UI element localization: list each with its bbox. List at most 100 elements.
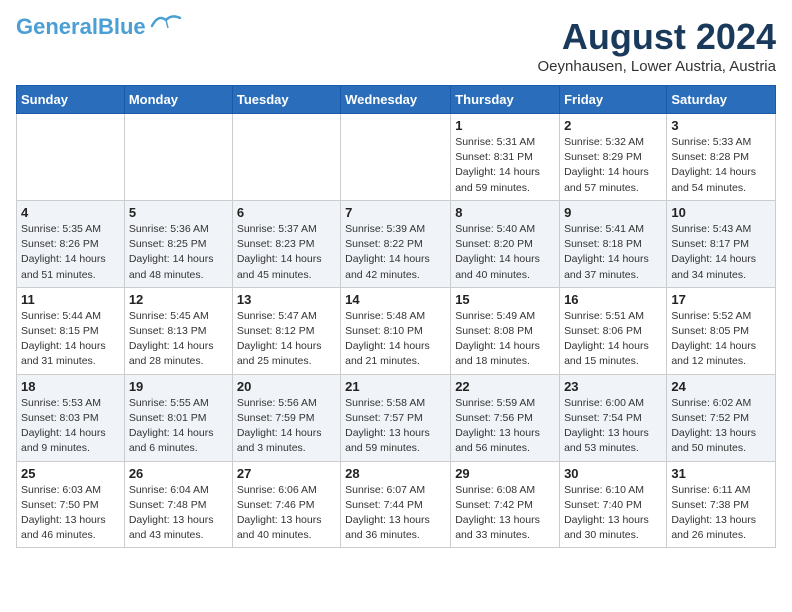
day-info: Sunrise: 5:44 AM Sunset: 8:15 PM Dayligh… (21, 309, 120, 370)
day-number: 12 (129, 292, 228, 307)
day-number: 27 (237, 466, 336, 481)
day-number: 30 (564, 466, 662, 481)
calendar-cell: 3 Sunrise: 5:33 AM Sunset: 8:28 PM Daylig… (667, 114, 776, 201)
day-number: 23 (564, 379, 662, 394)
title-section: August 2024 Oeynhausen, Lower Austria, A… (538, 16, 776, 75)
day-number: 10 (671, 205, 771, 220)
calendar-cell: 17 Sunrise: 5:52 AM Sunset: 8:05 PM Dayli… (667, 287, 776, 374)
day-number: 25 (21, 466, 120, 481)
logo: GeneralBlue (16, 16, 182, 38)
day-info: Sunrise: 6:11 AM Sunset: 7:38 PM Dayligh… (671, 483, 771, 544)
calendar-cell: 12 Sunrise: 5:45 AM Sunset: 8:13 PM Dayli… (124, 287, 232, 374)
day-number: 11 (21, 292, 120, 307)
day-info: Sunrise: 5:49 AM Sunset: 8:08 PM Dayligh… (455, 309, 555, 370)
weekday-header-thursday: Thursday (451, 86, 560, 114)
day-number: 19 (129, 379, 228, 394)
day-info: Sunrise: 5:52 AM Sunset: 8:05 PM Dayligh… (671, 309, 771, 370)
day-info: Sunrise: 5:41 AM Sunset: 8:18 PM Dayligh… (564, 222, 662, 283)
day-info: Sunrise: 6:10 AM Sunset: 7:40 PM Dayligh… (564, 483, 662, 544)
day-number: 21 (345, 379, 446, 394)
calendar-cell: 9Sunrise: 5:41 AM Sunset: 8:18 PM Daylig… (560, 200, 667, 287)
calendar-cell: 28 Sunrise: 6:07 AM Sunset: 7:44 PM Dayli… (341, 461, 451, 548)
calendar-cell: 23 Sunrise: 6:00 AM Sunset: 7:54 PM Dayli… (560, 374, 667, 461)
day-info: Sunrise: 6:00 AM Sunset: 7:54 PM Dayligh… (564, 396, 662, 457)
calendar-week-row: 18 Sunrise: 5:53 AM Sunset: 8:03 PM Dayli… (17, 374, 776, 461)
calendar-cell: 8 Sunrise: 5:40 AM Sunset: 8:20 PM Daylig… (451, 200, 560, 287)
calendar-week-row: 11 Sunrise: 5:44 AM Sunset: 8:15 PM Dayli… (17, 287, 776, 374)
day-info: Sunrise: 5:33 AM Sunset: 8:28 PM Dayligh… (671, 135, 771, 196)
calendar-cell: 2 Sunrise: 5:32 AM Sunset: 8:29 PM Daylig… (560, 114, 667, 201)
day-number: 24 (671, 379, 771, 394)
day-info: Sunrise: 5:59 AM Sunset: 7:56 PM Dayligh… (455, 396, 555, 457)
day-number: 29 (455, 466, 555, 481)
calendar-cell: 19 Sunrise: 5:55 AM Sunset: 8:01 PM Dayli… (124, 374, 232, 461)
calendar-cell: 5 Sunrise: 5:36 AM Sunset: 8:25 PM Daylig… (124, 200, 232, 287)
day-info: Sunrise: 5:53 AM Sunset: 8:03 PM Dayligh… (21, 396, 120, 457)
day-info: Sunrise: 5:32 AM Sunset: 8:29 PM Dayligh… (564, 135, 662, 196)
calendar-table: SundayMondayTuesdayWednesdayThursdayFrid… (16, 85, 776, 548)
calendar-cell: 14Sunrise: 5:48 AM Sunset: 8:10 PM Dayli… (341, 287, 451, 374)
calendar-cell: 13 Sunrise: 5:47 AM Sunset: 8:12 PM Dayli… (232, 287, 340, 374)
weekday-header-tuesday: Tuesday (232, 86, 340, 114)
weekday-header-sunday: Sunday (17, 86, 125, 114)
calendar-cell: 31Sunrise: 6:11 AM Sunset: 7:38 PM Dayli… (667, 461, 776, 548)
day-number: 22 (455, 379, 555, 394)
month-title: August 2024 (538, 16, 776, 58)
day-info: Sunrise: 5:48 AM Sunset: 8:10 PM Dayligh… (345, 309, 446, 370)
calendar-cell: 1Sunrise: 5:31 AM Sunset: 8:31 PM Daylig… (451, 114, 560, 201)
day-number: 8 (455, 205, 555, 220)
day-info: Sunrise: 6:03 AM Sunset: 7:50 PM Dayligh… (21, 483, 120, 544)
calendar-week-row: 1Sunrise: 5:31 AM Sunset: 8:31 PM Daylig… (17, 114, 776, 201)
day-number: 18 (21, 379, 120, 394)
weekday-header-monday: Monday (124, 86, 232, 114)
calendar-cell (17, 114, 125, 201)
day-number: 28 (345, 466, 446, 481)
calendar-cell: 16 Sunrise: 5:51 AM Sunset: 8:06 PM Dayli… (560, 287, 667, 374)
day-info: Sunrise: 5:35 AM Sunset: 8:26 PM Dayligh… (21, 222, 120, 283)
calendar-cell: 22 Sunrise: 5:59 AM Sunset: 7:56 PM Dayli… (451, 374, 560, 461)
calendar-cell: 20 Sunrise: 5:56 AM Sunset: 7:59 PM Dayli… (232, 374, 340, 461)
calendar-cell: 24Sunrise: 6:02 AM Sunset: 7:52 PM Dayli… (667, 374, 776, 461)
calendar-week-row: 25 Sunrise: 6:03 AM Sunset: 7:50 PM Dayli… (17, 461, 776, 548)
location-title: Oeynhausen, Lower Austria, Austria (538, 58, 776, 75)
day-info: Sunrise: 5:47 AM Sunset: 8:12 PM Dayligh… (237, 309, 336, 370)
day-info: Sunrise: 5:55 AM Sunset: 8:01 PM Dayligh… (129, 396, 228, 457)
day-info: Sunrise: 5:56 AM Sunset: 7:59 PM Dayligh… (237, 396, 336, 457)
day-info: Sunrise: 5:39 AM Sunset: 8:22 PM Dayligh… (345, 222, 446, 283)
day-info: Sunrise: 5:43 AM Sunset: 8:17 PM Dayligh… (671, 222, 771, 283)
day-info: Sunrise: 6:07 AM Sunset: 7:44 PM Dayligh… (345, 483, 446, 544)
calendar-cell: 10 Sunrise: 5:43 AM Sunset: 8:17 PM Dayli… (667, 200, 776, 287)
calendar-header-row: SundayMondayTuesdayWednesdayThursdayFrid… (17, 86, 776, 114)
day-info: Sunrise: 5:45 AM Sunset: 8:13 PM Dayligh… (129, 309, 228, 370)
day-info: Sunrise: 5:36 AM Sunset: 8:25 PM Dayligh… (129, 222, 228, 283)
calendar-cell: 11 Sunrise: 5:44 AM Sunset: 8:15 PM Dayli… (17, 287, 125, 374)
calendar-cell (341, 114, 451, 201)
calendar-cell (124, 114, 232, 201)
day-number: 17 (671, 292, 771, 307)
weekday-header-saturday: Saturday (667, 86, 776, 114)
day-number: 26 (129, 466, 228, 481)
day-info: Sunrise: 5:58 AM Sunset: 7:57 PM Dayligh… (345, 396, 446, 457)
weekday-header-friday: Friday (560, 86, 667, 114)
calendar-cell: 29Sunrise: 6:08 AM Sunset: 7:42 PM Dayli… (451, 461, 560, 548)
day-info: Sunrise: 5:37 AM Sunset: 8:23 PM Dayligh… (237, 222, 336, 283)
day-number: 3 (671, 118, 771, 133)
day-number: 2 (564, 118, 662, 133)
day-number: 13 (237, 292, 336, 307)
calendar-cell: 7Sunrise: 5:39 AM Sunset: 8:22 PM Daylig… (341, 200, 451, 287)
day-number: 5 (129, 205, 228, 220)
calendar-cell: 18 Sunrise: 5:53 AM Sunset: 8:03 PM Dayli… (17, 374, 125, 461)
calendar-cell: 27Sunrise: 6:06 AM Sunset: 7:46 PM Dayli… (232, 461, 340, 548)
calendar-cell: 30 Sunrise: 6:10 AM Sunset: 7:40 PM Dayli… (560, 461, 667, 548)
day-number: 15 (455, 292, 555, 307)
day-number: 20 (237, 379, 336, 394)
calendar-cell: 25 Sunrise: 6:03 AM Sunset: 7:50 PM Dayli… (17, 461, 125, 548)
day-info: Sunrise: 5:51 AM Sunset: 8:06 PM Dayligh… (564, 309, 662, 370)
calendar-week-row: 4 Sunrise: 5:35 AM Sunset: 8:26 PM Daylig… (17, 200, 776, 287)
day-number: 16 (564, 292, 662, 307)
calendar-cell: 6Sunrise: 5:37 AM Sunset: 8:23 PM Daylig… (232, 200, 340, 287)
calendar-cell: 26Sunrise: 6:04 AM Sunset: 7:48 PM Dayli… (124, 461, 232, 548)
weekday-header-wednesday: Wednesday (341, 86, 451, 114)
day-number: 4 (21, 205, 120, 220)
day-info: Sunrise: 5:40 AM Sunset: 8:20 PM Dayligh… (455, 222, 555, 283)
